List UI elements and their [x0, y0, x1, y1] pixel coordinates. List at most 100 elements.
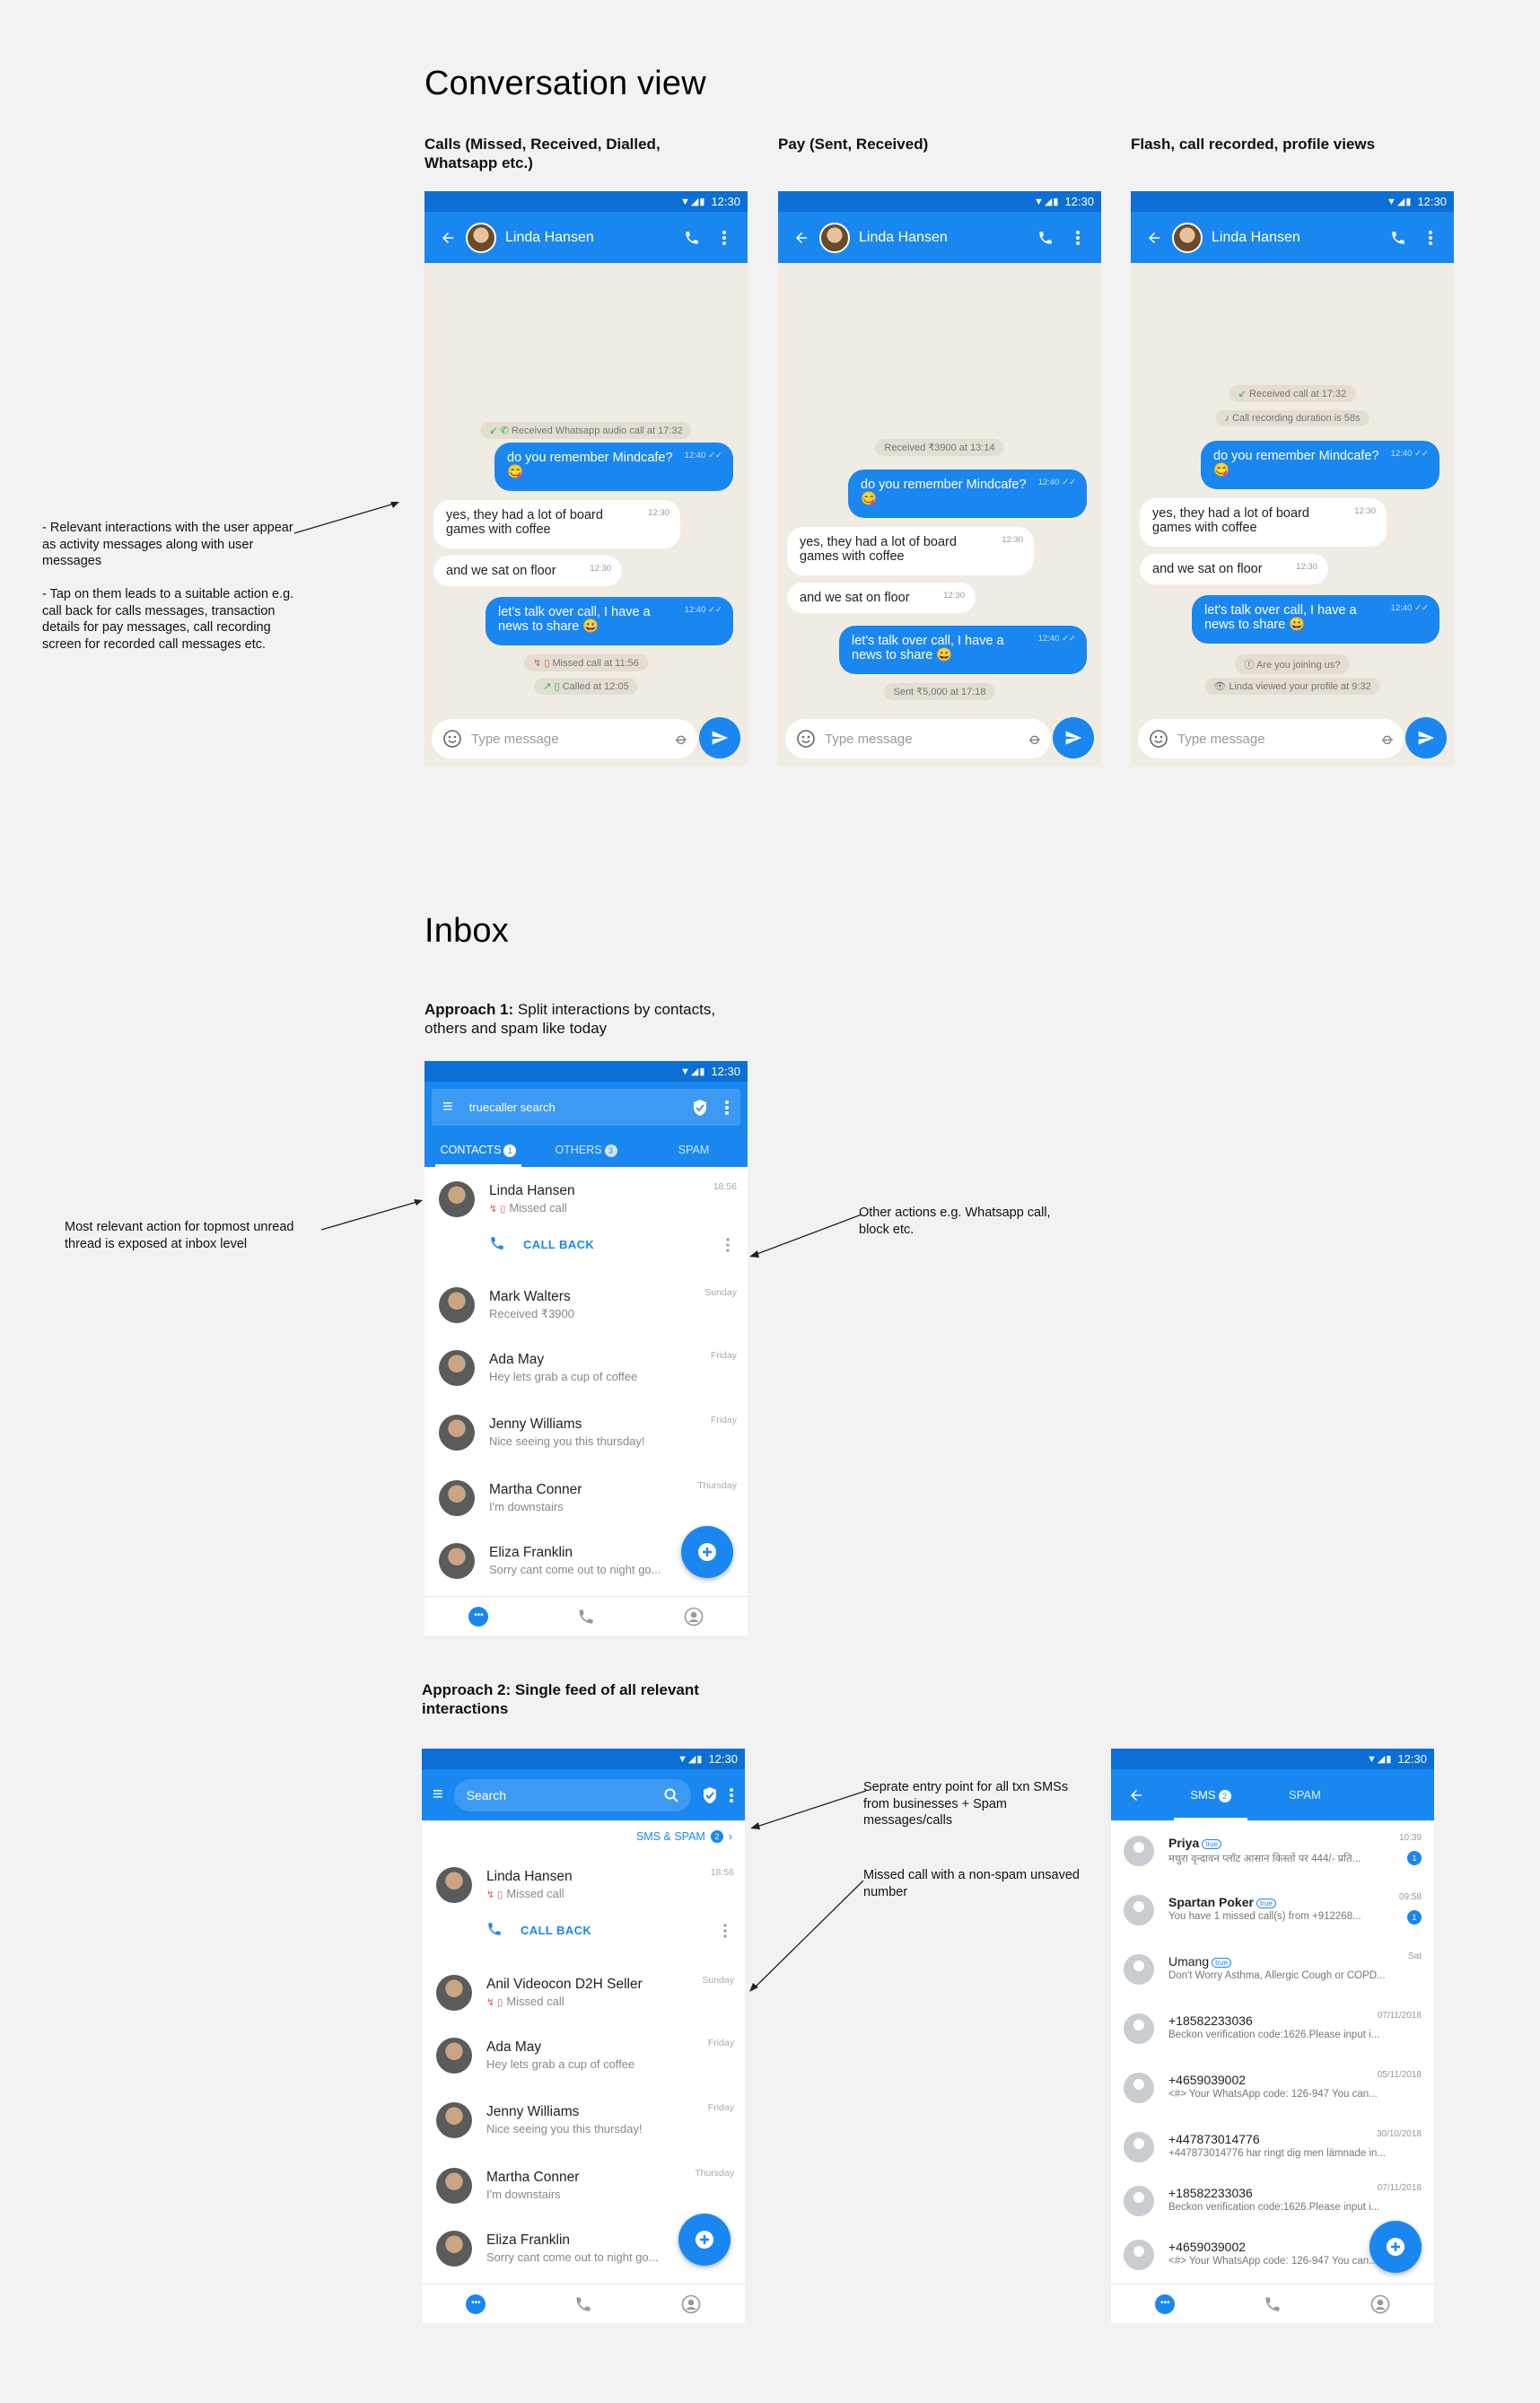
search-bar[interactable]: Search [453, 1778, 691, 1811]
messages-tab-icon[interactable]: ••• [1155, 2293, 1176, 2314]
thread-row[interactable]: Linda Hansen ↯ ▯ Missed call 18:56 [424, 1167, 748, 1232]
message-input[interactable]: Type message ⌀ [1138, 719, 1404, 759]
more-vert-icon[interactable] [724, 1100, 730, 1116]
message-out[interactable]: let's talk over call, I have a news to s… [1192, 595, 1439, 644]
thread-row[interactable]: Ada May Hey lets grab a cup of coffee Frid… [424, 1336, 748, 1400]
new-message-fab[interactable] [678, 2214, 731, 2266]
more-vert-icon[interactable] [1065, 225, 1090, 250]
caption-approach-1: Approach 1: Split interactions by contac… [424, 1001, 716, 1037]
call-back-button[interactable]: CALL BACK [523, 1238, 594, 1251]
message-out[interactable]: do you remember Mindcafe?😋 12:40 ✓✓ [1201, 441, 1439, 489]
calls-tab-icon[interactable] [574, 2295, 592, 2313]
message-in[interactable]: yes, they had a lot of board games with … [787, 527, 1034, 575]
thread-row[interactable]: Jenny Williams Nice seeing you this thurs… [424, 1400, 748, 1465]
sms-row[interactable]: Spartan Poker true You have 1 missed call(… [1111, 1880, 1434, 1939]
emoji-icon[interactable] [1149, 729, 1168, 749]
contact-name[interactable]: Linda Hansen [1212, 230, 1386, 246]
activity-pill-received-call[interactable]: ↙ Received call at 17:32 [1229, 385, 1356, 402]
avatar[interactable] [466, 222, 496, 253]
activity-pill-call-recording[interactable]: ♪ Call recording duration is 58s [1215, 410, 1369, 426]
activity-pill-profile-view[interactable]: 👁 Linda viewed your profile at 9:32 [1204, 678, 1380, 695]
tab-sms[interactable]: SMS 2 [1161, 1769, 1260, 1820]
thread-row[interactable]: Anil Videocon D2H Seller ↯ ▯ Missed call Su… [422, 1960, 745, 2025]
message-out[interactable]: do you remember Mindcafe?😋 12:40 ✓✓ [494, 443, 733, 491]
more-vert-icon[interactable] [726, 1238, 730, 1252]
send-button[interactable] [1053, 717, 1094, 759]
message-in[interactable]: and we sat on floor 12:30 [1140, 554, 1328, 584]
sms-row[interactable]: Priya true मथुरा वृन्दावन प्लॉट आसान किस्त… [1111, 1820, 1434, 1880]
activity-pill-received-payment[interactable]: Received ₹3900 at 13:14 [875, 439, 1004, 456]
thread-row[interactable]: Mark Walters Received ₹3900 Sunday [424, 1273, 748, 1337]
contacts-tab-icon[interactable] [681, 2294, 701, 2314]
thread-row[interactable]: Linda Hansen ↯ ▯ Missed call 18:56 [422, 1853, 745, 1917]
message-in[interactable]: yes, they had a lot of board games with … [1140, 498, 1387, 547]
tab-spam[interactable]: SPAM [1260, 1788, 1350, 1802]
thread-row[interactable]: Ada May Hey lets grab a cup of coffee Frid… [422, 2023, 745, 2088]
message-out[interactable]: do you remember Mindcafe?😋 12:40 ✓✓ [848, 469, 1087, 518]
tab-spam[interactable]: SPAM [640, 1133, 748, 1167]
arrow-note-other-actions [749, 1214, 862, 1258]
more-vert-icon[interactable] [712, 225, 737, 250]
menu-icon[interactable]: ≡ [433, 1785, 443, 1805]
attach-icon[interactable]: ⌀ [1378, 728, 1397, 749]
contact-name[interactable]: Linda Hansen [859, 230, 1033, 246]
message-in[interactable]: and we sat on floor 12:30 [787, 583, 976, 613]
message-in[interactable]: and we sat on floor 12:30 [433, 556, 622, 586]
shield-icon[interactable] [692, 1099, 708, 1117]
messages-tab-icon[interactable]: ••• [466, 2293, 486, 2314]
emoji-icon[interactable] [796, 729, 816, 749]
thread-row[interactable]: Martha Conner I'm downstairs Thursday [424, 1466, 748, 1530]
shield-icon[interactable] [702, 1786, 718, 1804]
avatar[interactable] [819, 222, 850, 253]
avatar[interactable] [1172, 222, 1203, 253]
more-vert-icon[interactable] [729, 1787, 734, 1803]
emoji-icon[interactable] [442, 729, 462, 749]
sms-row[interactable]: +18582233036 Beckon verification code:162… [1111, 2171, 1434, 2230]
message-out[interactable]: let's talk over call, I have a news to s… [839, 626, 1087, 674]
menu-icon[interactable]: ≡ [442, 1097, 453, 1118]
new-message-fab[interactable] [681, 1526, 733, 1578]
back-arrow-icon[interactable] [1142, 225, 1167, 250]
back-arrow-icon[interactable] [789, 225, 814, 250]
phone-icon[interactable] [1386, 225, 1411, 250]
message-input[interactable]: Type message ⌀ [785, 719, 1051, 759]
message-in[interactable]: yes, they had a lot of board games with … [433, 500, 680, 548]
contacts-tab-icon[interactable] [684, 1607, 704, 1627]
message-input[interactable]: Type message ⌀ [432, 719, 697, 759]
more-vert-icon[interactable] [1418, 225, 1443, 250]
avatar [1124, 2013, 1154, 2044]
calls-tab-icon[interactable] [1264, 2295, 1282, 2313]
sms-row[interactable]: +18582233036 Beckon verification code:162… [1111, 1998, 1434, 2057]
tab-others[interactable]: OTHERS 3 [532, 1133, 640, 1167]
sms-spam-link[interactable]: SMS & SPAM 2 › [422, 1820, 745, 1853]
more-vert-icon[interactable] [723, 1924, 727, 1938]
search-bar[interactable]: ≡ truecaller search [432, 1089, 740, 1126]
back-arrow-icon[interactable] [1111, 1787, 1161, 1803]
activity-pill-dialled-call[interactable]: ↗ ▯ Called at 12:05 [534, 678, 638, 695]
phone-icon[interactable] [679, 225, 704, 250]
search-icon[interactable] [664, 1788, 678, 1802]
attach-icon[interactable]: ⌀ [672, 728, 691, 749]
messages-tab-icon[interactable]: ••• [468, 1606, 489, 1627]
tab-contacts[interactable]: CONTACTS 1 [424, 1133, 532, 1167]
call-back-button[interactable]: CALL BACK [521, 1924, 591, 1937]
sms-row[interactable]: +447873014776 +447873014776 har ringt dig… [1111, 2117, 1434, 2176]
sms-row[interactable]: +4659039002 <#> Your WhatsApp code: 126-9… [1111, 2057, 1434, 2117]
phone-icon[interactable] [1033, 225, 1058, 250]
back-arrow-icon[interactable] [435, 225, 460, 250]
thread-row[interactable]: Martha Conner I'm downstairs Thursday [422, 2153, 745, 2218]
sms-row[interactable]: Umang true Don't Worry Asthma, Allergic Co… [1111, 1939, 1434, 1998]
thread-row[interactable]: Jenny Williams Nice seeing you this thurs… [422, 2088, 745, 2153]
calls-tab-icon[interactable] [577, 1608, 595, 1626]
contact-name[interactable]: Linda Hansen [505, 230, 679, 246]
attach-icon[interactable]: ⌀ [1026, 728, 1045, 749]
contacts-tab-icon[interactable] [1370, 2294, 1390, 2314]
send-button[interactable] [699, 717, 740, 759]
activity-pill-flash[interactable]: ⓕ Are you joining us? [1235, 654, 1350, 674]
message-out[interactable]: let's talk over call, I have a news to s… [486, 597, 733, 645]
activity-pill-whatsapp-call[interactable]: ↙ ✆ Received Whatsapp audio call at 17:3… [480, 422, 692, 439]
activity-pill-missed-call[interactable]: ↯ ▯ Missed call at 11:56 [524, 654, 648, 671]
activity-pill-sent-payment[interactable]: Sent ₹5,000 at 17:18 [884, 683, 995, 700]
new-message-fab[interactable] [1369, 2221, 1422, 2273]
send-button[interactable] [1405, 717, 1447, 759]
